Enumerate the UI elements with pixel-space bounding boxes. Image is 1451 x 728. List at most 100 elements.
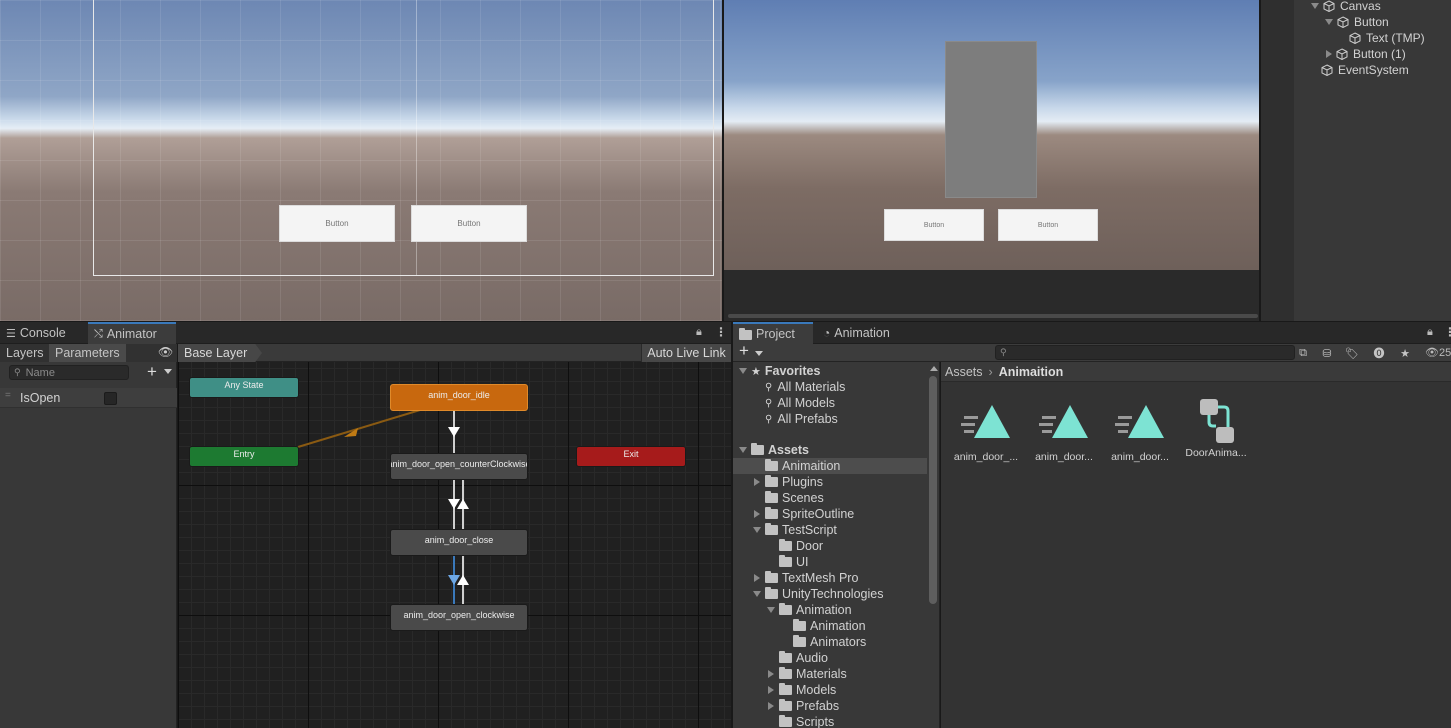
node-anim-door-idle[interactable]: anim_door_idle	[390, 384, 528, 411]
transition-entry-idle[interactable]	[297, 406, 431, 448]
breadcrumb-current[interactable]: Animaition	[999, 365, 1064, 379]
tree-folder[interactable]: UnityTechnologies	[733, 586, 927, 602]
tree-folder[interactable]: Prefabs	[733, 698, 927, 714]
eye-icon[interactable]: 👁︎	[158, 345, 173, 359]
hierarchy-item-canvas[interactable]: Canvas	[1311, 0, 1381, 14]
asset-item[interactable]: DoorAnima...	[1181, 399, 1251, 459]
collapse-arrow-icon[interactable]	[754, 478, 760, 486]
lock-icon[interactable]: 🔒︎	[1427, 326, 1433, 339]
tab-animation[interactable]: ◔ Animation	[817, 322, 907, 344]
more-options-icon[interactable]: ⋮	[715, 325, 727, 339]
favorite-all-materials[interactable]: ⚲ All Materials	[733, 379, 927, 395]
tree-assets[interactable]: Assets	[733, 442, 927, 458]
tree-folder[interactable]: Animation	[733, 618, 927, 634]
scene-button-2[interactable]: Button	[411, 205, 527, 242]
collapse-arrow-icon[interactable]	[768, 702, 774, 710]
tree-folder[interactable]: UI	[733, 554, 927, 570]
scene-button-1[interactable]: Button	[279, 205, 395, 242]
tree-folder[interactable]: Audio	[733, 650, 927, 666]
expand-arrow-icon[interactable]	[767, 607, 775, 613]
scene-view[interactable]: Button Button	[0, 0, 722, 321]
hierarchy-item-text-tmp[interactable]: Text (TMP)	[1349, 30, 1425, 46]
favorite-star-icon[interactable]: ★	[1396, 346, 1414, 360]
collapse-arrow-icon[interactable]	[768, 686, 774, 694]
node-exit[interactable]: Exit	[576, 446, 686, 467]
tree-folder[interactable]: SpriteOutline	[733, 506, 927, 522]
asset-item[interactable]: anim_door...	[1105, 402, 1175, 463]
tree-label: UnityTechnologies	[782, 587, 884, 601]
auto-live-link-button[interactable]: Auto Live Link	[641, 344, 731, 362]
expand-arrow-icon[interactable]	[753, 591, 761, 597]
tree-label: Models	[796, 683, 837, 697]
collapse-arrow-icon[interactable]	[754, 510, 760, 518]
lock-icon[interactable]: 🔒︎	[696, 326, 702, 339]
hierarchy-item-button-1[interactable]: Button (1)	[1326, 46, 1406, 62]
collapse-arrow-icon[interactable]	[1326, 50, 1332, 58]
tree-folder[interactable]: Scripts	[733, 714, 927, 728]
tree-folder[interactable]: Animaition	[733, 458, 927, 474]
tab-animator[interactable]: ⤭ Animator	[88, 322, 176, 344]
scroll-up-icon[interactable]	[930, 366, 938, 371]
collapse-arrow-icon[interactable]	[768, 670, 774, 678]
favorite-all-prefabs[interactable]: ⚲ All Prefabs	[733, 411, 927, 427]
tree-folder[interactable]: Door	[733, 538, 927, 554]
tree-folder[interactable]: Materials	[733, 666, 927, 682]
node-anim-door-close[interactable]: anim_door_close	[390, 529, 528, 556]
node-entry[interactable]: Entry	[189, 446, 299, 467]
expand-arrow-icon[interactable]	[739, 368, 747, 374]
expand-arrow-icon[interactable]	[753, 527, 761, 533]
parameter-name[interactable]: IsOpen	[20, 391, 60, 405]
filter-by-label-icon[interactable]: 🏷︎	[1343, 346, 1361, 360]
collapse-arrow-icon[interactable]	[754, 574, 760, 582]
chevron-down-icon[interactable]	[755, 351, 763, 356]
hierarchy-item-eventsystem[interactable]: EventSystem	[1321, 62, 1409, 78]
hierarchy-item-button[interactable]: Button	[1325, 14, 1389, 30]
favorite-all-models[interactable]: ⚲ All Models	[733, 395, 927, 411]
tree-folder[interactable]: Models	[733, 682, 927, 698]
tree-label: Materials	[796, 667, 847, 681]
game-scrollbar[interactable]	[728, 314, 1258, 318]
state-machine-graph[interactable]: Any State Entry Exit anim_door_idle anim…	[178, 362, 731, 728]
breadcrumb-base-layer[interactable]: Base Layer	[178, 344, 262, 362]
log-types-icon[interactable]: ⓿	[1370, 346, 1388, 360]
parameter-bool-checkbox[interactable]	[104, 392, 117, 405]
node-any-state[interactable]: Any State	[189, 377, 299, 398]
expand-arrow-icon[interactable]	[739, 447, 747, 453]
tree-folder[interactable]: Animation	[733, 602, 927, 618]
expand-arrow-icon[interactable]	[1311, 3, 1319, 9]
parameter-search-input[interactable]: ⚲ Name	[9, 365, 129, 380]
filter-by-type-icon[interactable]: ⛁	[1318, 346, 1336, 360]
game-view[interactable]: Button Button	[724, 0, 1259, 270]
tree-folder[interactable]: Plugins	[733, 474, 927, 490]
asset-item[interactable]: anim_door_...	[951, 402, 1021, 463]
folder-icon	[779, 667, 792, 679]
gameobject-cube-icon	[1321, 64, 1333, 76]
project-search-input[interactable]: ⚲	[995, 345, 1295, 360]
hierarchy-gutter	[1261, 0, 1294, 321]
more-options-icon[interactable]: ⋮	[1444, 325, 1451, 339]
search-by-type-icon[interactable]: ⧉	[1294, 346, 1312, 360]
parameter-row[interactable]: = IsOpen	[0, 388, 177, 408]
tab-parameters[interactable]: Parameters	[49, 344, 126, 362]
tree-favorites[interactable]: ★ Favorites	[733, 363, 927, 379]
tab-layers[interactable]: Layers	[0, 344, 50, 362]
drag-handle-icon[interactable]: =	[5, 390, 11, 401]
tree-folder[interactable]: TextMesh Pro	[733, 570, 927, 586]
add-parameter-button[interactable]: +	[147, 362, 157, 382]
project-toolbar: + ⚲ ⧉ ⛁ 🏷︎ ⓿ ★ 👁︎ 25	[733, 341, 1451, 362]
breadcrumb-assets[interactable]: Assets	[945, 365, 983, 379]
tab-console[interactable]: ☰ Console	[0, 322, 86, 344]
asset-item[interactable]: anim_door...	[1029, 402, 1099, 463]
tree-folder[interactable]: Scenes	[733, 490, 927, 506]
chevron-down-icon[interactable]	[164, 369, 172, 374]
game-button-1[interactable]: Button	[884, 209, 984, 241]
expand-arrow-icon[interactable]	[1325, 19, 1333, 25]
tree-folder[interactable]: Animators	[733, 634, 927, 650]
tree-scrollbar[interactable]	[929, 376, 937, 604]
node-anim-door-open-cw[interactable]: anim_door_open_clockwise	[390, 604, 528, 631]
node-anim-door-open-ccw[interactable]: anim_door_open_counterClockwise	[390, 453, 528, 480]
tree-folder[interactable]: TestScript	[733, 522, 927, 538]
create-asset-button[interactable]: +	[739, 341, 749, 361]
hidden-packages-toggle[interactable]: 👁︎ 25	[1425, 346, 1451, 360]
game-button-2[interactable]: Button	[998, 209, 1098, 241]
